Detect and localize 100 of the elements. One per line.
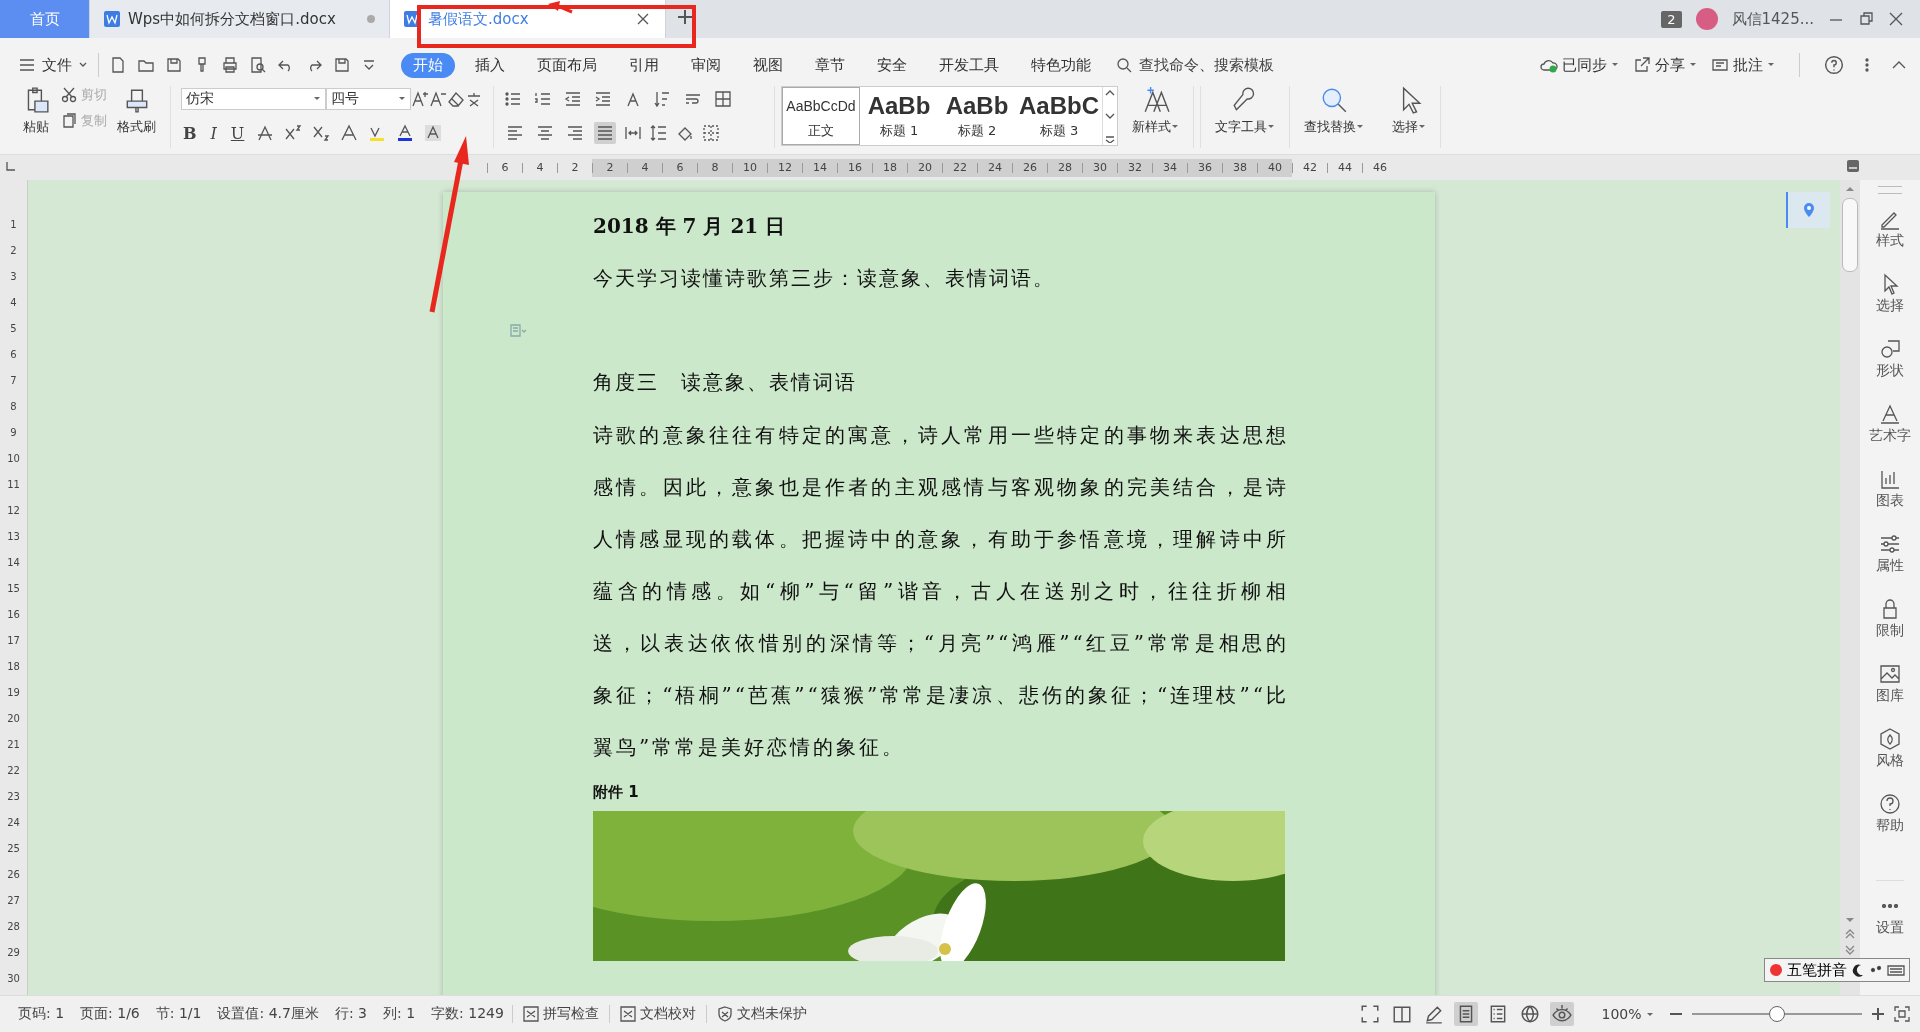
close-icon[interactable]: [1888, 11, 1904, 27]
toolbar-button[interactable]: 新样式: [1128, 86, 1183, 136]
restore-icon[interactable]: [1858, 11, 1874, 27]
document-tab[interactable]: Wps中如何拆分文档窗口.docx: [90, 0, 390, 38]
sidebar-item[interactable]: 形状: [1876, 338, 1904, 403]
sidebar-item[interactable]: 样式: [1876, 208, 1904, 273]
eraser-icon[interactable]: [447, 90, 465, 108]
toolbar-button[interactable]: 查找替换: [1300, 86, 1368, 136]
menu-tab[interactable]: 视图: [741, 52, 795, 78]
menu-tab[interactable]: 审阅: [679, 52, 733, 78]
strikethrough-icon[interactable]: [256, 124, 275, 142]
save-icon[interactable]: [165, 56, 183, 74]
decrease-indent-icon[interactable]: [564, 90, 582, 108]
moon-icon: [1851, 963, 1865, 977]
style-preset[interactable]: AaBb 标题 2: [938, 87, 1016, 145]
sidebar-item[interactable]: 风格: [1876, 728, 1904, 793]
sidebar-item[interactable]: 图表: [1876, 468, 1904, 533]
save-as-icon[interactable]: [333, 56, 351, 74]
status-button[interactable]: 文档校对: [608, 1005, 706, 1023]
location-pin-button[interactable]: [1786, 192, 1830, 228]
borders-icon[interactable]: [702, 124, 720, 142]
menu-tab[interactable]: 安全: [865, 52, 919, 78]
style-preset[interactable]: AaBb 标题 1: [860, 87, 938, 145]
subscript-icon[interactable]: [312, 124, 331, 142]
distribute-icon[interactable]: [624, 124, 642, 142]
sidebar-item[interactable]: 限制: [1876, 598, 1904, 663]
close-icon[interactable]: [635, 11, 651, 27]
scroll-down-icon[interactable]: [1105, 112, 1115, 120]
font-size-select[interactable]: 四号: [326, 88, 411, 110]
new-document-icon[interactable]: [109, 56, 127, 74]
increase-indent-icon[interactable]: [594, 90, 612, 108]
phonetic-guide-icon[interactable]: [465, 90, 483, 108]
expand-gallery-icon[interactable]: [1105, 135, 1115, 143]
window-count-badge[interactable]: 2: [1661, 10, 1682, 28]
toolbar-button[interactable]: 粘贴: [18, 86, 54, 136]
style-preset[interactable]: AaBbCcDd 正文: [782, 87, 860, 145]
superscript-icon[interactable]: [284, 124, 303, 142]
sidebar-item[interactable]: 帮助: [1876, 793, 1904, 858]
avatar[interactable]: [1695, 8, 1718, 30]
ruler-number: 38: [1222, 162, 1257, 173]
search-field[interactable]: 查找命令、搜索模板: [1115, 55, 1311, 75]
table-outline-icon[interactable]: [714, 90, 732, 108]
character-shading-icon[interactable]: [424, 124, 443, 142]
format-button[interactable]: U: [228, 123, 247, 143]
slider-thumb[interactable]: [1769, 1006, 1785, 1022]
toolbar-button[interactable]: 格式刷: [113, 86, 160, 136]
previous-page-icon[interactable]: [1845, 929, 1855, 939]
menu-tab[interactable]: 插入: [463, 52, 517, 78]
status-text: 列: 1: [382, 1005, 417, 1023]
zoom-in-icon[interactable]: [1870, 1006, 1886, 1022]
menu-tab[interactable]: 引用: [617, 52, 671, 78]
printer-icon[interactable]: [221, 56, 239, 74]
view-mode-button[interactable]: [1453, 1002, 1478, 1026]
fit-window-icon[interactable]: [1894, 1006, 1910, 1022]
drag-handle[interactable]: [1878, 186, 1902, 194]
style-preset[interactable]: AaBbC 标题 3: [1016, 87, 1102, 145]
menu-tab[interactable]: 特色功能: [1019, 52, 1103, 78]
plus-icon[interactable]: [676, 8, 694, 26]
format-button[interactable]: B: [181, 123, 199, 143]
scroll-up-icon[interactable]: [1105, 89, 1115, 97]
sliders-icon: [1879, 533, 1901, 555]
scrollbar-thumb[interactable]: [1842, 198, 1858, 272]
text-effect-icon[interactable]: [340, 124, 359, 142]
zoom-level[interactable]: 100%: [1595, 1005, 1660, 1023]
alignment-button[interactable]: [594, 122, 616, 144]
print-preview-icon[interactable]: [249, 56, 267, 74]
file-menu[interactable]: 文件: [18, 55, 88, 75]
toolbar-button[interactable]: 分享: [1633, 55, 1697, 75]
line-spacing-icon[interactable]: [650, 124, 668, 142]
help-icon[interactable]: [1824, 55, 1844, 75]
format-button[interactable]: I: [208, 123, 219, 143]
bullet-list-icon[interactable]: [504, 90, 522, 108]
next-page-icon[interactable]: [1845, 945, 1855, 955]
status-button[interactable]: 拼写检查: [511, 1005, 609, 1023]
ruler-toggle-icon[interactable]: [1846, 159, 1860, 173]
menu-tab[interactable]: 页面布局: [525, 52, 609, 78]
numbered-list-icon[interactable]: [534, 90, 552, 108]
toolbar-button[interactable]: 选择: [1388, 86, 1430, 136]
view-mode-button[interactable]: [1549, 1002, 1574, 1026]
paragraph: 诗歌的意象往往有特定的寓意，诗人常用一些特定的事物来表达思想感情。因此，意象也是作者的主观感情与客观物象的完美结合，是诗人情感显现的载体。把握诗中的意象，有助于参悟意境，理解诗中所蕴含的情感。如“柳”与“留”谐音，古人在送别之时，往往折柳相送，以表达依依惜别的深情等；“月亮”“鸿雁”“红豆”常常是相思的象征；“梧桐”“芭蕉”“猿猴”常常是凄凉、悲伤的象征；“连理枝”“比翼鸟”常常是美好恋情的象征。: [593, 422, 1289, 761]
sidebar-item[interactable]: 艺术字: [1869, 403, 1911, 468]
status-button[interactable]: 文档未保护: [705, 1005, 817, 1023]
sidebar-item[interactable]: 图库: [1876, 663, 1904, 728]
menu-tab[interactable]: 章节: [803, 52, 857, 78]
grow-font-icon[interactable]: [411, 90, 429, 108]
font-name-select[interactable]: 仿宋: [181, 88, 326, 110]
ime-toolbar[interactable]: 五笔拼音: [1764, 958, 1910, 982]
toolbar-button[interactable]: 批注: [1711, 55, 1775, 75]
user-name[interactable]: 风信1425...: [1731, 9, 1814, 29]
menu-tab[interactable]: 开发工具: [927, 52, 1011, 78]
sidebar-item[interactable]: 属性: [1876, 533, 1904, 598]
input-method-label[interactable]: 五笔拼音: [1787, 960, 1847, 980]
toolbar-button[interactable]: 已同步: [1540, 55, 1619, 75]
ruler-number: 10: [7, 452, 20, 466]
tab-stop-icon[interactable]: [6, 161, 16, 171]
shrink-font-icon[interactable]: [429, 90, 447, 108]
sidebar-item[interactable]: 选择: [1876, 273, 1904, 338]
sort-icon[interactable]: [654, 90, 672, 108]
toolbar-button[interactable]: 文字工具: [1211, 86, 1279, 136]
font-color-icon[interactable]: [396, 124, 415, 142]
